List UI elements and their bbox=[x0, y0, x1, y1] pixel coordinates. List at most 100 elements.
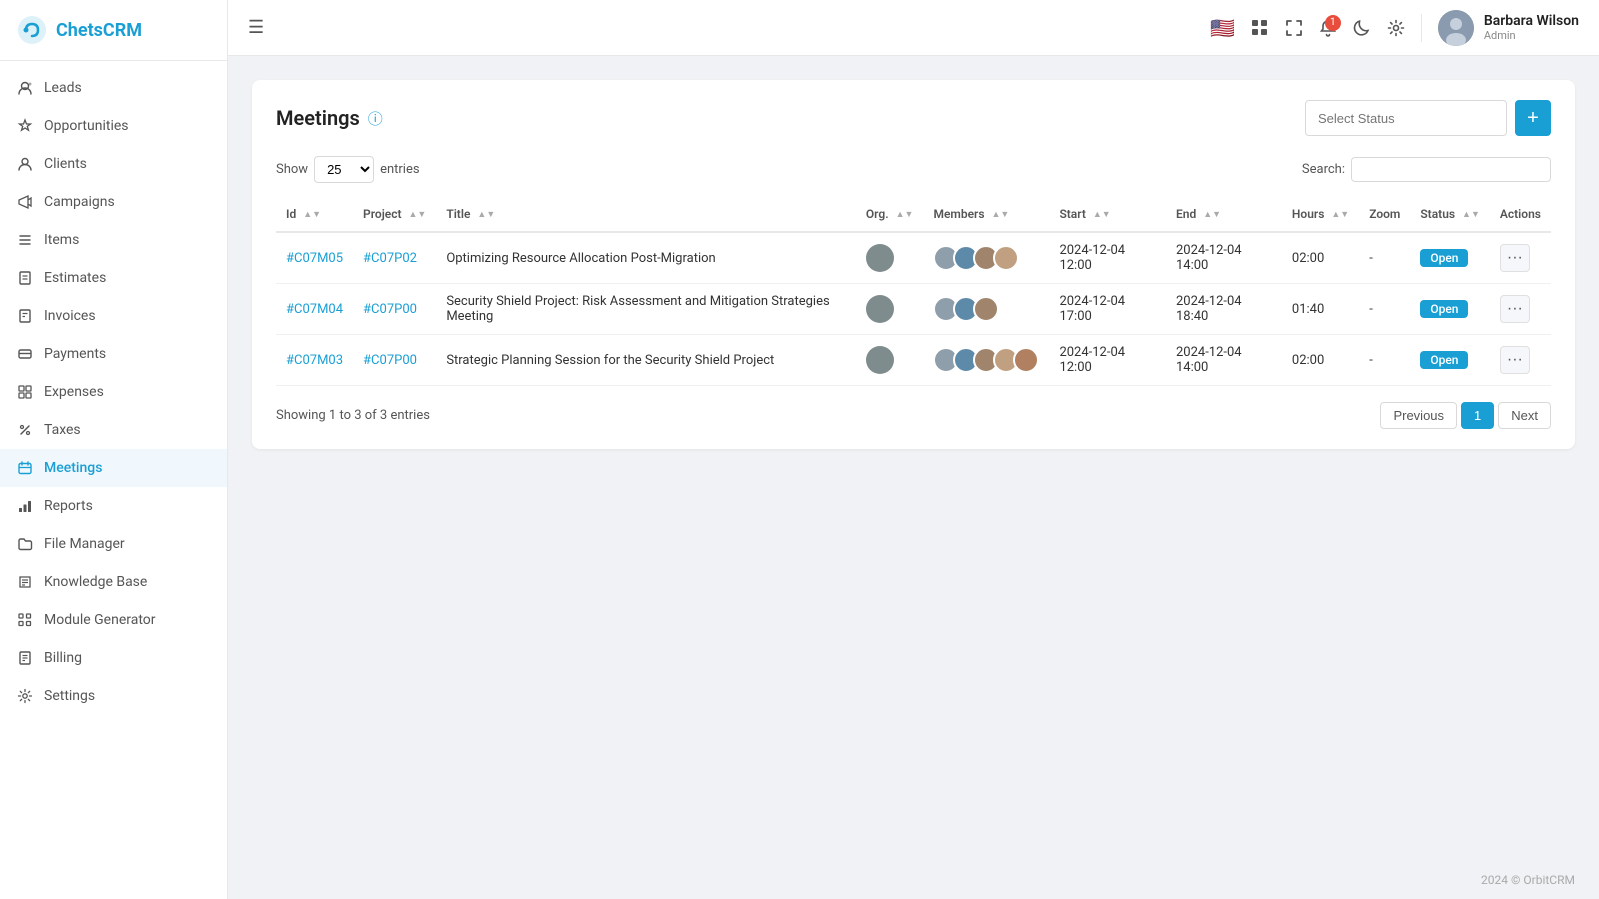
status-badge: Open bbox=[1420, 300, 1468, 318]
search-input[interactable] bbox=[1351, 157, 1551, 182]
sort-project-icon: ▲▼ bbox=[408, 209, 426, 220]
info-icon[interactable]: ⓘ bbox=[368, 108, 383, 129]
gear-header-icon bbox=[1387, 19, 1405, 37]
reports-icon bbox=[16, 497, 34, 515]
sidebar-nav: Leads Opportunities Clients Campaigns It… bbox=[0, 61, 227, 899]
sidebar-label-meetings: Meetings bbox=[44, 460, 102, 476]
col-hours[interactable]: Hours ▲▼ bbox=[1282, 197, 1359, 232]
sidebar-item-invoices[interactable]: Invoices bbox=[0, 297, 227, 335]
sort-members-icon: ▲▼ bbox=[992, 209, 1010, 220]
sidebar: ChetsCRM Leads Opportunities Clients Cam… bbox=[0, 0, 228, 899]
sidebar-label-billing: Billing bbox=[44, 650, 82, 666]
add-meeting-button[interactable]: + bbox=[1515, 100, 1551, 136]
app-name: ChetsCRM bbox=[56, 20, 142, 41]
language-flag[interactable]: 🇺🇸 bbox=[1210, 16, 1235, 40]
col-org[interactable]: Org. ▲▼ bbox=[856, 197, 924, 232]
opportunities-icon bbox=[16, 117, 34, 135]
action-menu-button[interactable]: ··· bbox=[1500, 244, 1530, 272]
col-members[interactable]: Members ▲▼ bbox=[923, 197, 1049, 232]
sidebar-item-meetings[interactable]: Meetings bbox=[0, 449, 227, 487]
sidebar-item-clients[interactable]: Clients bbox=[0, 145, 227, 183]
showing-text: Showing 1 to 3 of 3 entries bbox=[276, 408, 430, 423]
apps-icon-button[interactable] bbox=[1251, 19, 1269, 37]
status-select[interactable] bbox=[1305, 100, 1507, 136]
sidebar-item-billing[interactable]: Billing bbox=[0, 639, 227, 677]
footer: 2024 © OrbitCRM bbox=[228, 861, 1599, 899]
sidebar-label-expenses: Expenses bbox=[44, 384, 104, 400]
sort-title-icon: ▲▼ bbox=[477, 209, 495, 220]
meeting-id-link[interactable]: #C07M04 bbox=[286, 302, 343, 317]
pagination: Previous 1 Next bbox=[1380, 402, 1551, 429]
dark-mode-button[interactable] bbox=[1353, 19, 1371, 37]
notifications-button[interactable]: 1 bbox=[1319, 19, 1337, 37]
table-head: Id ▲▼ Project ▲▼ Title ▲▼ Org. ▲▼ Member… bbox=[276, 197, 1551, 232]
cell-hours: 02:00 bbox=[1282, 335, 1359, 386]
project-link[interactable]: #C07P02 bbox=[363, 251, 417, 266]
sidebar-item-reports[interactable]: Reports bbox=[0, 487, 227, 525]
show-label: Show bbox=[276, 162, 308, 177]
col-project[interactable]: Project ▲▼ bbox=[353, 197, 436, 232]
col-status[interactable]: Status ▲▼ bbox=[1410, 197, 1490, 232]
cell-start: 2024-12-04 12:00 bbox=[1049, 232, 1166, 284]
sidebar-item-module-generator[interactable]: Module Generator bbox=[0, 601, 227, 639]
hamburger-button[interactable]: ☰ bbox=[248, 17, 264, 38]
page-1-button[interactable]: 1 bbox=[1461, 402, 1494, 429]
sidebar-item-campaigns[interactable]: Campaigns bbox=[0, 183, 227, 221]
page-title: Meetings bbox=[276, 106, 360, 130]
sidebar-item-knowledge-base[interactable]: Knowledge Base bbox=[0, 563, 227, 601]
status-badge: Open bbox=[1420, 249, 1468, 267]
col-title[interactable]: Title ▲▼ bbox=[436, 197, 856, 232]
cell-end: 2024-12-04 14:00 bbox=[1166, 232, 1282, 284]
sort-org-icon: ▲▼ bbox=[896, 209, 914, 220]
module-generator-icon bbox=[16, 611, 34, 629]
fullscreen-button[interactable] bbox=[1285, 19, 1303, 37]
sidebar-item-items[interactable]: Items bbox=[0, 221, 227, 259]
payments-icon bbox=[16, 345, 34, 363]
member-avatars bbox=[933, 347, 1039, 373]
knowledge-base-icon bbox=[16, 573, 34, 591]
meetings-icon bbox=[16, 459, 34, 477]
status-badge: Open bbox=[1420, 351, 1468, 369]
cell-members bbox=[923, 284, 1049, 335]
entries-select[interactable]: 102550100 bbox=[314, 156, 374, 183]
col-end[interactable]: End ▲▼ bbox=[1166, 197, 1282, 232]
cell-project: #C07P02 bbox=[353, 232, 436, 284]
action-menu-button[interactable]: ··· bbox=[1500, 295, 1530, 323]
cell-id: #C07M05 bbox=[276, 232, 353, 284]
pagination-row: Showing 1 to 3 of 3 entries Previous 1 N… bbox=[276, 402, 1551, 429]
project-link[interactable]: #C07P00 bbox=[363, 353, 417, 368]
sidebar-item-leads[interactable]: Leads bbox=[0, 69, 227, 107]
meeting-id-link[interactable]: #C07M05 bbox=[286, 251, 343, 266]
cell-members bbox=[923, 232, 1049, 284]
user-avatar bbox=[1438, 10, 1474, 46]
cell-actions: ··· bbox=[1490, 335, 1551, 386]
sidebar-label-campaigns: Campaigns bbox=[44, 194, 115, 210]
previous-button[interactable]: Previous bbox=[1380, 402, 1457, 429]
user-role: Admin bbox=[1484, 29, 1579, 42]
table-row: #C07M04 #C07P00 Security Shield Project:… bbox=[276, 284, 1551, 335]
page-header-right: + bbox=[1305, 100, 1551, 136]
sidebar-item-opportunities[interactable]: Opportunities bbox=[0, 107, 227, 145]
settings-button[interactable] bbox=[1387, 19, 1405, 37]
sidebar-item-expenses[interactable]: Expenses bbox=[0, 373, 227, 411]
main-wrapper: ☰ 🇺🇸 1 bbox=[228, 0, 1599, 899]
col-id[interactable]: Id ▲▼ bbox=[276, 197, 353, 232]
meeting-id-link[interactable]: #C07M03 bbox=[286, 353, 343, 368]
sidebar-item-taxes[interactable]: Taxes bbox=[0, 411, 227, 449]
avatar-image bbox=[1438, 10, 1474, 46]
cell-start: 2024-12-04 12:00 bbox=[1049, 335, 1166, 386]
sidebar-item-settings[interactable]: Settings bbox=[0, 677, 227, 715]
cell-org bbox=[856, 232, 924, 284]
project-link[interactable]: #C07P00 bbox=[363, 302, 417, 317]
sidebar-item-estimates[interactable]: Estimates bbox=[0, 259, 227, 297]
cell-project: #C07P00 bbox=[353, 284, 436, 335]
next-button[interactable]: Next bbox=[1498, 402, 1551, 429]
user-profile[interactable]: Barbara Wilson Admin bbox=[1438, 10, 1579, 46]
fullscreen-icon bbox=[1285, 19, 1303, 37]
col-start[interactable]: Start ▲▼ bbox=[1049, 197, 1166, 232]
org-avatar bbox=[866, 295, 894, 323]
action-menu-button[interactable]: ··· bbox=[1500, 346, 1530, 374]
sidebar-item-file-manager[interactable]: File Manager bbox=[0, 525, 227, 563]
campaigns-icon bbox=[16, 193, 34, 211]
sidebar-item-payments[interactable]: Payments bbox=[0, 335, 227, 373]
